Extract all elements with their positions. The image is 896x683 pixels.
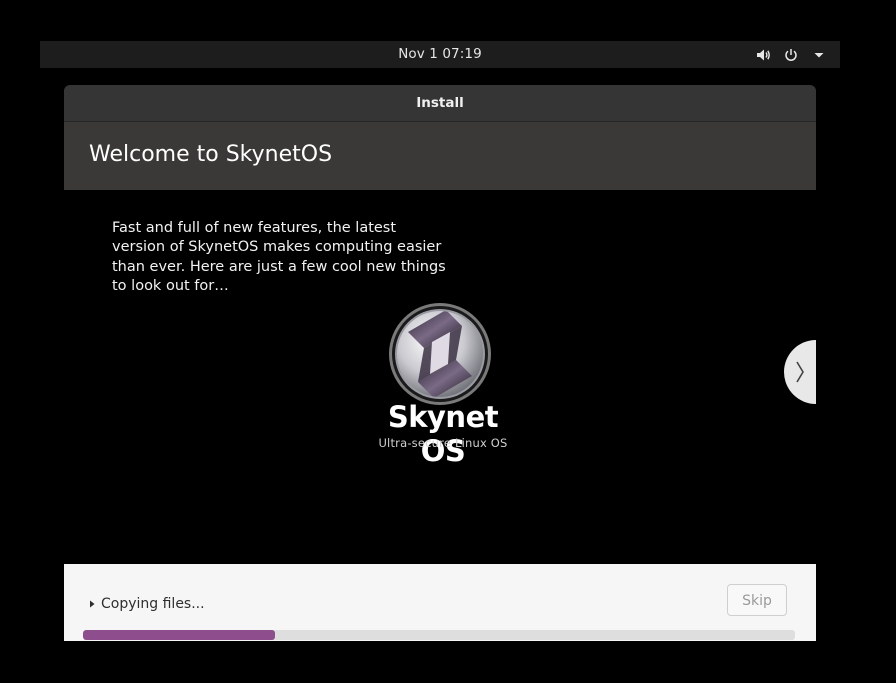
status-text: Copying files...	[101, 596, 205, 612]
page-header: Welcome to SkynetOS	[64, 122, 816, 190]
expander-arrow-icon	[90, 600, 95, 608]
window-title[interactable]: Install	[64, 85, 816, 122]
desktop: Nov 1 07:19 Install Welcome to SkynetOS …	[0, 0, 896, 683]
status-expander[interactable]: Copying files...	[88, 596, 205, 612]
intro-text: Fast and full of new features, the lates…	[112, 220, 446, 294]
installer-window: Install Welcome to SkynetOS Fast and ful…	[64, 85, 816, 641]
chevron-right-icon	[796, 361, 804, 383]
logo-brand: Skynet OS	[387, 400, 499, 468]
install-progress-bar	[83, 630, 795, 640]
skynet-logo-icon	[389, 303, 491, 405]
os-logo: Skynet OS Ultra-secure Linux OS	[368, 302, 518, 468]
slideshow: Fast and full of new features, the lates…	[64, 190, 816, 564]
next-slide-button[interactable]	[784, 340, 816, 404]
top-bar: Nov 1 07:19	[40, 41, 840, 68]
progress-fill	[83, 630, 276, 640]
clock[interactable]: Nov 1 07:19	[40, 41, 840, 68]
page-title: Welcome to SkynetOS	[89, 142, 333, 167]
logo-tagline: Ultra-secure Linux OS	[378, 436, 508, 450]
caret-down-icon[interactable]	[810, 46, 828, 64]
volume-icon[interactable]	[754, 46, 772, 64]
progress-area: Copying files... Skip	[64, 564, 816, 641]
power-icon[interactable]	[782, 46, 800, 64]
skip-button[interactable]: Skip	[727, 584, 787, 616]
system-tray[interactable]	[754, 41, 828, 68]
